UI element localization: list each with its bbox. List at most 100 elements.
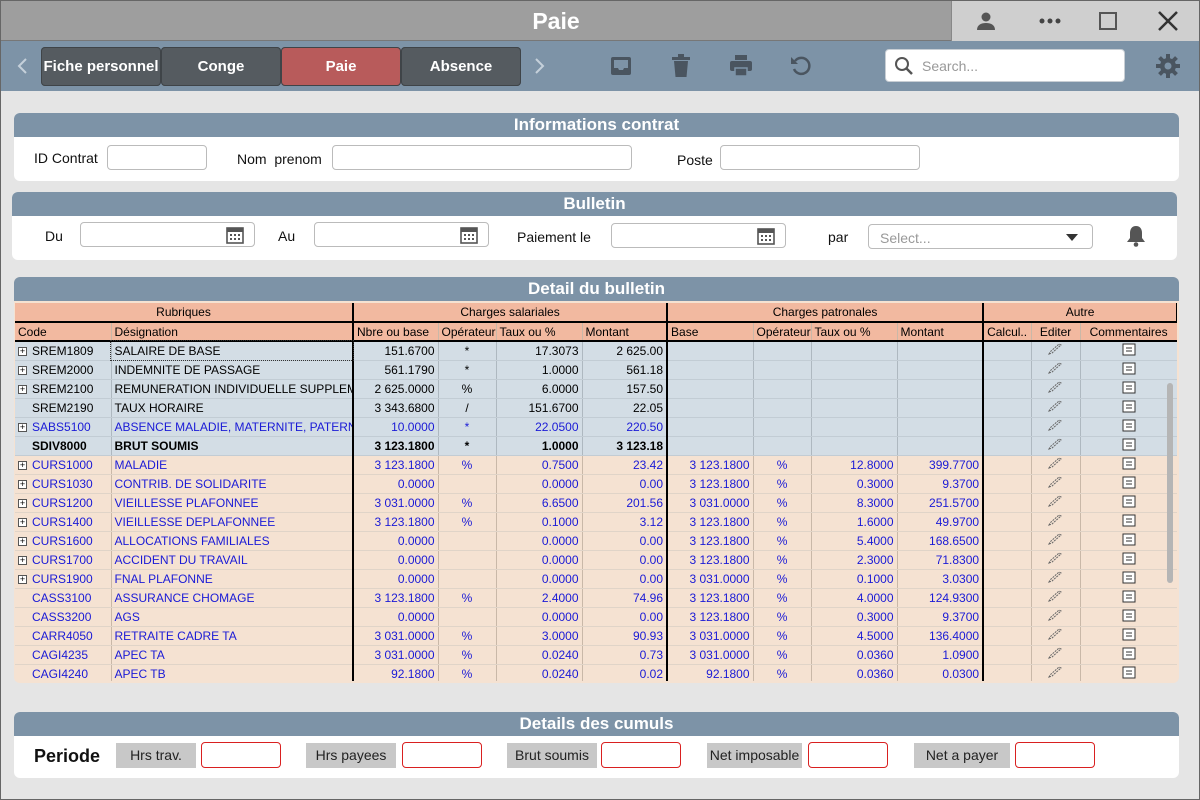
- cell-nbre-base[interactable]: 10.0000: [353, 417, 439, 437]
- cell-taux[interactable]: 0.0000: [496, 474, 583, 494]
- comment-note-icon[interactable]: [1122, 343, 1136, 359]
- cell-designation[interactable]: TAUX HORAIRE: [111, 398, 355, 418]
- cell-calcul[interactable]: [983, 341, 1032, 361]
- cell-montant[interactable]: 0.00: [582, 550, 669, 570]
- cell-designation[interactable]: INDEMNITE DE PASSAGE: [111, 360, 355, 380]
- cell-p-operateur[interactable]: %: [753, 550, 812, 570]
- expand-row-icon[interactable]: +: [18, 422, 27, 432]
- cell-p-operateur[interactable]: [753, 436, 812, 456]
- cell-operateur[interactable]: [438, 531, 497, 551]
- cell-code[interactable]: + CURS1000: [15, 455, 112, 475]
- cell-montant[interactable]: 0.73: [582, 645, 669, 665]
- cell-nbre-base[interactable]: 3 031.0000: [353, 626, 439, 646]
- net-imposable-field[interactable]: [808, 742, 888, 768]
- expand-row-icon[interactable]: +: [18, 460, 27, 470]
- table-row[interactable]: + CURS1900 FNAL PLAFONNE 0.0000 0.0000 0.00 3 …: [15, 569, 1177, 589]
- comment-note-icon[interactable]: [1122, 457, 1136, 473]
- cell-p-base[interactable]: [667, 341, 754, 361]
- cell-p-base[interactable]: [667, 360, 754, 380]
- cell-p-operateur[interactable]: %: [753, 626, 812, 646]
- cell-p-operateur[interactable]: %: [753, 531, 812, 551]
- cell-p-taux[interactable]: 12.8000: [811, 455, 898, 475]
- cell-code[interactable]: CAGI4240: [15, 664, 112, 681]
- cell-designation[interactable]: AGS: [111, 607, 355, 627]
- cell-commentaires[interactable]: [1080, 626, 1177, 646]
- expand-row-icon[interactable]: +: [18, 347, 27, 357]
- edit-pencil-icon[interactable]: [1047, 362, 1064, 377]
- cell-p-montant[interactable]: 0.0300: [897, 664, 985, 681]
- cell-p-montant[interactable]: [897, 360, 985, 380]
- cell-commentaires[interactable]: [1080, 417, 1177, 437]
- edit-pencil-icon[interactable]: [1047, 533, 1064, 548]
- hrs-payees-field[interactable]: [402, 742, 482, 768]
- col-header-p-montant[interactable]: Montant: [897, 322, 985, 342]
- cell-p-base[interactable]: 92.1800: [667, 664, 754, 681]
- cell-p-taux[interactable]: 0.0360: [811, 664, 898, 681]
- comment-note-icon[interactable]: [1122, 666, 1136, 682]
- cell-operateur[interactable]: /: [438, 398, 497, 418]
- cell-code[interactable]: + CURS1030: [15, 474, 112, 494]
- tab-paie[interactable]: Paie: [281, 47, 401, 86]
- cell-nbre-base[interactable]: 3 343.6800: [353, 398, 439, 418]
- col-header-operateur[interactable]: Opérateur: [438, 322, 497, 342]
- cell-p-operateur[interactable]: [753, 417, 812, 437]
- table-row[interactable]: + SREM1809 SALAIRE DE BASE 151.6700 * 17.3073…: [15, 340, 1177, 361]
- col-header-commentaires[interactable]: Commentaires: [1080, 322, 1177, 342]
- comment-note-icon[interactable]: [1122, 609, 1136, 625]
- col-header-nbre-base[interactable]: Nbre ou base: [353, 322, 439, 342]
- cell-p-montant[interactable]: [897, 379, 985, 399]
- cell-designation[interactable]: APEC TA: [111, 645, 355, 665]
- brut-soumis-field[interactable]: [601, 742, 681, 768]
- cell-code[interactable]: + SREM1809: [15, 341, 112, 361]
- cell-code[interactable]: + SABS5100: [15, 417, 112, 437]
- cell-calcul[interactable]: [983, 550, 1032, 570]
- cell-designation[interactable]: REMUNERATION INDIVIDUELLE SUPPLEMENTAIRE: [111, 379, 355, 399]
- cell-editer[interactable]: [1031, 626, 1081, 646]
- cell-montant[interactable]: 23.42: [582, 455, 669, 475]
- cell-designation[interactable]: CONTRIB. DE SOLIDARITE: [111, 474, 355, 494]
- cell-p-montant[interactable]: 9.3700: [897, 474, 985, 494]
- poste-field[interactable]: [720, 145, 920, 170]
- expand-row-icon[interactable]: +: [18, 555, 27, 565]
- cell-nbre-base[interactable]: 3 031.0000: [353, 645, 439, 665]
- cell-calcul[interactable]: [983, 474, 1032, 494]
- cell-code[interactable]: + CURS1400: [15, 512, 112, 532]
- edit-pencil-icon[interactable]: [1047, 457, 1064, 472]
- cell-designation[interactable]: RETRAITE CADRE TA: [111, 626, 355, 646]
- cell-editer[interactable]: [1031, 645, 1081, 665]
- cell-nbre-base[interactable]: 0.0000: [353, 474, 439, 494]
- table-row[interactable]: + CURS1700 ACCIDENT DU TRAVAIL 0.0000 0.0000…: [15, 550, 1177, 570]
- cell-p-base[interactable]: 3 031.0000: [667, 645, 754, 665]
- cell-nbre-base[interactable]: 151.6700: [353, 341, 439, 361]
- cell-p-base[interactable]: 3 123.1800: [667, 531, 754, 551]
- cell-p-base[interactable]: 3 123.1800: [667, 588, 754, 608]
- id-contrat-field[interactable]: [107, 145, 207, 170]
- table-row[interactable]: CASS3100 ASSURANCE CHOMAGE 3 123.1800% 2.40…: [15, 588, 1177, 608]
- settings-button[interactable]: [1153, 51, 1183, 81]
- cell-calcul[interactable]: [983, 588, 1032, 608]
- tab-absence[interactable]: Absence: [401, 47, 521, 86]
- net-a-payer-field[interactable]: [1015, 742, 1095, 768]
- bell-icon[interactable]: [1126, 225, 1146, 247]
- cell-editer[interactable]: [1031, 360, 1081, 380]
- edit-pencil-icon[interactable]: [1047, 419, 1064, 434]
- col-header-taux[interactable]: Taux ou %: [496, 322, 583, 342]
- cell-nbre-base[interactable]: 0.0000: [353, 607, 439, 627]
- cell-code[interactable]: + CURS1900: [15, 569, 112, 589]
- user-button[interactable]: [956, 1, 1016, 41]
- cell-p-operateur[interactable]: %: [753, 455, 812, 475]
- search-input[interactable]: [922, 55, 1117, 77]
- table-row[interactable]: + SREM2000 INDEMNITE DE PASSAGE 561.1790 * 1.…: [15, 360, 1177, 380]
- cell-editer[interactable]: [1031, 512, 1081, 532]
- cell-taux[interactable]: 0.0000: [496, 531, 583, 551]
- cell-editer[interactable]: [1031, 455, 1081, 475]
- cell-editer[interactable]: [1031, 607, 1081, 627]
- edit-pencil-icon[interactable]: [1047, 438, 1064, 453]
- cell-p-operateur[interactable]: %: [753, 664, 812, 681]
- cell-montant[interactable]: 90.93: [582, 626, 669, 646]
- expand-row-icon[interactable]: +: [18, 536, 27, 546]
- expand-row-icon[interactable]: +: [18, 365, 27, 375]
- table-row[interactable]: SREM2190 TAUX HORAIRE 3 343.6800/151.6700 2…: [15, 398, 1177, 418]
- cell-operateur[interactable]: [438, 474, 497, 494]
- cell-designation[interactable]: FNAL PLAFONNE: [111, 569, 355, 589]
